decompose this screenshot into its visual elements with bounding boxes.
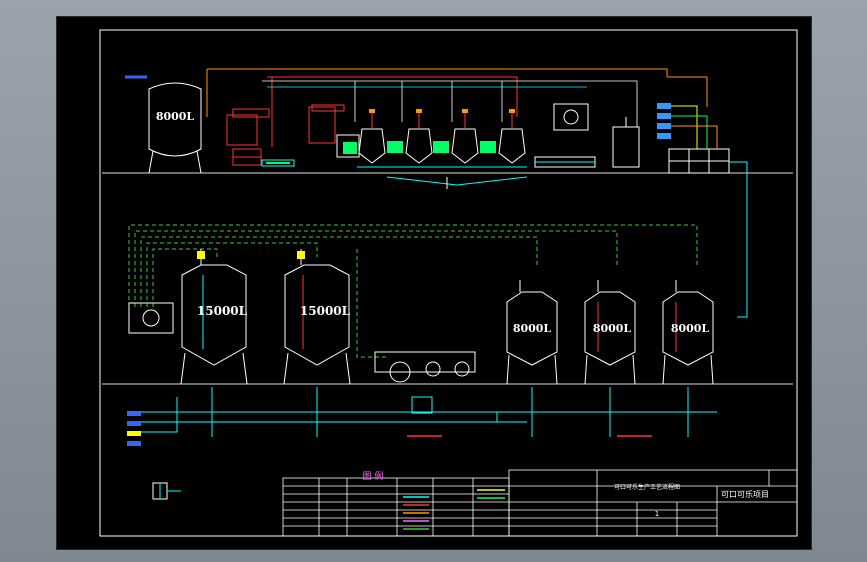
project-name: 可口可乐项目 bbox=[721, 489, 769, 499]
valve-detail-symbol bbox=[152, 482, 181, 500]
drawing-title: 可口可乐生产工艺流程图 bbox=[614, 483, 680, 491]
legend-line-samples bbox=[403, 489, 505, 530]
tank-8000-upper: 8000L bbox=[148, 82, 202, 174]
legend-title: 图 例 bbox=[363, 470, 384, 482]
control-box-upper bbox=[553, 103, 640, 168]
lower-process-pipes bbox=[137, 387, 717, 437]
pump-group-middle bbox=[374, 351, 476, 414]
legend-table bbox=[282, 477, 510, 537]
top-header-pipes bbox=[125, 68, 708, 147]
control-box-lower bbox=[128, 302, 174, 334]
tank-15000-b-label: 15000L bbox=[300, 304, 351, 318]
process-flow-diagram: 8000L 15000L 15000L 8000L 8000L 8000L 图 … bbox=[99, 29, 798, 537]
lower-inlet-markers bbox=[127, 411, 652, 446]
scale-value: 1 bbox=[655, 510, 659, 518]
tank-8000-c-label: 8000L bbox=[671, 322, 710, 335]
cip-station bbox=[657, 103, 748, 318]
mixing-tanks-row bbox=[336, 109, 596, 189]
heat-exchanger-group bbox=[226, 104, 345, 167]
tank-8000-upper-label: 8000L bbox=[156, 110, 195, 123]
tank-15000-a-label: 15000L bbox=[197, 304, 248, 318]
tank-8000-a-label: 8000L bbox=[513, 322, 552, 335]
title-block bbox=[508, 469, 798, 537]
drawing-sheet: 8000L 15000L 15000L 8000L 8000L 8000L 图 … bbox=[56, 16, 812, 550]
cad-viewport: 8000L 15000L 15000L 8000L 8000L 8000L 图 … bbox=[0, 0, 867, 562]
control-signal-lines bbox=[128, 224, 698, 358]
tank-8000-b-label: 8000L bbox=[593, 322, 632, 335]
